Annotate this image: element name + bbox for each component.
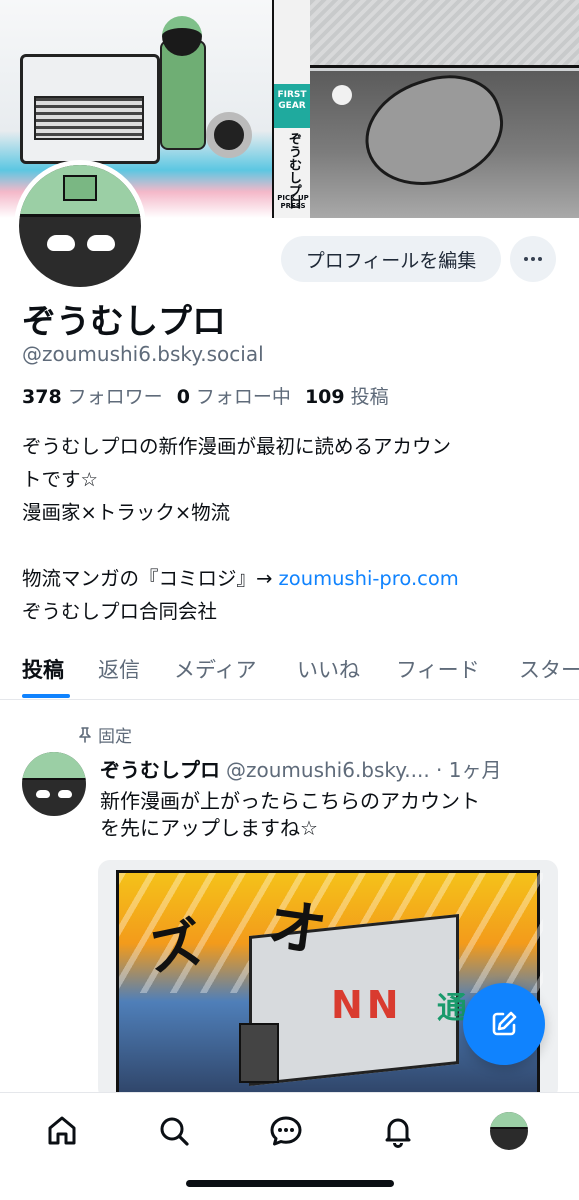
banner-moon [332, 85, 352, 105]
avatar-helmet-band [63, 175, 97, 201]
display-name: ぞうむしプロ [22, 302, 226, 342]
nav-search[interactable] [154, 1111, 194, 1151]
post-text: 新作漫画が上がったらこちらのアカウント を先にアップしますね☆ [100, 788, 560, 842]
pin-icon [79, 726, 91, 743]
search-icon [160, 1117, 189, 1146]
banner-right-art [310, 0, 579, 218]
post-text-line: 新作漫画が上がったらこちらのアカウント [100, 789, 480, 813]
tab-feeds[interactable]: フィード [396, 654, 480, 684]
nav-home[interactable] [42, 1111, 82, 1151]
banner-panel-bottom [310, 59, 579, 218]
bell-icon [385, 1118, 411, 1148]
following-label: フォロー中 [195, 386, 291, 408]
post-image-truck-letters: NN [331, 983, 403, 1027]
post-author-avatar[interactable] [22, 752, 86, 816]
profile-avatar[interactable] [14, 160, 146, 292]
bio-blank-line [22, 529, 562, 562]
followers-count: 378 [22, 386, 62, 408]
tab-replies[interactable]: 返信 [98, 654, 140, 684]
post-image[interactable]: NN 通 ズ オ [98, 860, 558, 1100]
posts-count: 109 [304, 386, 345, 408]
nav-profile-avatar [490, 1112, 528, 1150]
more-dot-icon [538, 257, 542, 261]
pinned-indicator: 固定 [78, 722, 132, 747]
compose-button[interactable] [463, 983, 545, 1065]
more-options-button[interactable] [510, 236, 556, 282]
profile-tabs: 投稿 返信 メディア いいね フィード スター [0, 648, 579, 700]
tab-posts[interactable]: 投稿 [22, 654, 64, 684]
banner-face-art [351, 59, 517, 203]
banner-panel-top [310, 0, 579, 68]
posts-stat: 109 投稿 [305, 382, 389, 409]
chat-icon [270, 1116, 302, 1146]
post-author-handle[interactable]: @zoumushi6.bsky.... [226, 758, 430, 782]
posts-label: 投稿 [350, 386, 389, 408]
banner-truck-grill [34, 96, 144, 140]
tab-starter-packs[interactable]: スター [519, 654, 579, 684]
avatar-image [19, 165, 141, 287]
post-avatar-helmet [22, 752, 86, 780]
more-dot-icon [531, 257, 535, 261]
post-timestamp: · 1ヶ月 [429, 758, 502, 782]
active-tab-indicator [22, 694, 70, 698]
avatar-eye-right [87, 235, 115, 251]
post-author-name[interactable]: ぞうむしプロ [100, 758, 220, 782]
bio-line: トです☆ [22, 468, 98, 491]
tab-likes[interactable]: いいね [297, 654, 360, 684]
edit-profile-button[interactable]: プロフィールを編集 [281, 236, 501, 282]
profile-bio: ぞうむしプロの新作漫画が最初に読めるアカウン トです☆ 漫画家×トラック×物流 … [22, 430, 562, 628]
post-image-art: NN 通 ズ オ [116, 870, 543, 1100]
nav-chat[interactable] [266, 1111, 306, 1151]
banner-spine-title: FIRST GEAR [274, 84, 310, 128]
bio-website-link[interactable]: zoumushi-pro.com [279, 567, 459, 590]
profile-handle: @zoumushi6.bsky.social [22, 342, 264, 366]
tab-media[interactable]: メディア [174, 654, 257, 684]
post-avatar-eye [36, 790, 50, 798]
followers-stat[interactable]: 378 フォロワー [22, 382, 163, 409]
home-indicator [186, 1180, 394, 1187]
profile-stats: 378 フォロワー 0 フォロー中 109 投稿 [22, 382, 389, 409]
bio-line: 漫画家×トラック×物流 [22, 501, 231, 524]
followers-label: フォロワー [67, 386, 163, 408]
banner-spine-publisher: PICK UP PRESS [277, 194, 309, 210]
post-header: ぞうむしプロ @zoumushi6.bsky.... · 1ヶ月 [100, 754, 560, 783]
pinned-label: 固定 [98, 727, 132, 747]
bio-line: ぞうむしプロ合同会社 [22, 600, 218, 623]
nav-profile[interactable] [489, 1111, 529, 1151]
banner-mascot-body [160, 40, 206, 150]
post-image-truck-cab [239, 1023, 279, 1083]
post-text-line: を先にアップしますね☆ [100, 816, 318, 840]
following-stat[interactable]: 0 フォロー中 [177, 382, 291, 409]
post-avatar-eye [58, 790, 72, 798]
more-dot-icon [524, 257, 528, 261]
bio-line: ぞうむしプロの新作漫画が最初に読めるアカウン [22, 435, 452, 458]
post-image-sfx: オ [263, 890, 331, 966]
bio-link-prefix: 物流マンガの『コミロジ』→ [22, 567, 279, 590]
banner-truck-wheel [206, 112, 252, 158]
bio-line: 物流マンガの『コミロジ』→ zoumushi-pro.com [22, 562, 562, 595]
nav-avatar-helmet [490, 1112, 528, 1129]
banner-mascot-head [162, 16, 202, 56]
nav-notifications[interactable] [378, 1111, 418, 1151]
avatar-eye-left [47, 235, 75, 251]
following-count: 0 [176, 386, 190, 408]
compose-icon [492, 1011, 517, 1036]
home-icon [48, 1116, 76, 1145]
